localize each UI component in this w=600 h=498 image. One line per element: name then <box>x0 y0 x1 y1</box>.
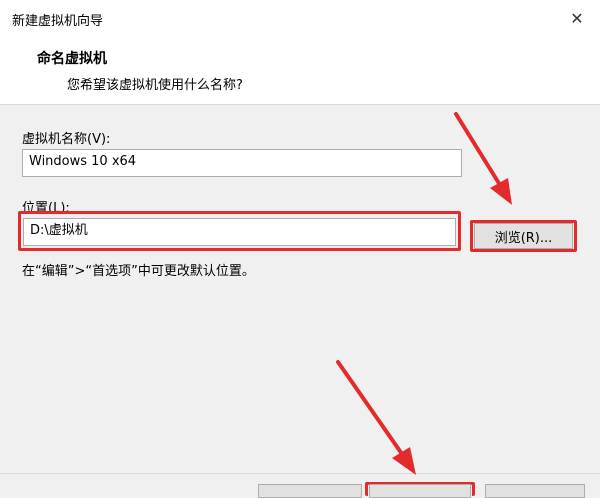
close-button[interactable]: ✕ <box>554 0 600 36</box>
next-button[interactable] <box>369 484 471 498</box>
wizard-header: 命名虚拟机 您希望该虚拟机使用什么名称? <box>0 36 600 105</box>
window-title: 新建虚拟机向导 <box>12 14 104 29</box>
browse-button[interactable]: 浏览(R)... <box>474 223 573 249</box>
arrow-to-next-shaft <box>336 360 404 456</box>
location-hint: 在“编辑”>“首选项”中可更改默认位置。 <box>22 264 255 279</box>
title-bar: 新建虚拟机向导 ✕ <box>0 0 600 36</box>
page-title: 命名虚拟机 <box>37 51 107 67</box>
location-input[interactable]: D:\虚拟机 <box>23 218 456 246</box>
page-subtitle: 您希望该虚拟机使用什么名称? <box>67 78 243 93</box>
back-button[interactable] <box>258 484 362 498</box>
arrow-to-next-head <box>392 447 416 475</box>
close-icon: ✕ <box>570 8 584 28</box>
arrow-to-browse-head <box>490 178 512 205</box>
cancel-button[interactable] <box>485 484 585 498</box>
arrow-to-browse-shaft <box>454 112 502 187</box>
vm-name-input[interactable]: Windows 10 x64 <box>22 149 462 177</box>
vm-name-label: 虚拟机名称(V): <box>22 132 111 147</box>
browse-button-label: 浏览(R)... <box>494 230 553 246</box>
